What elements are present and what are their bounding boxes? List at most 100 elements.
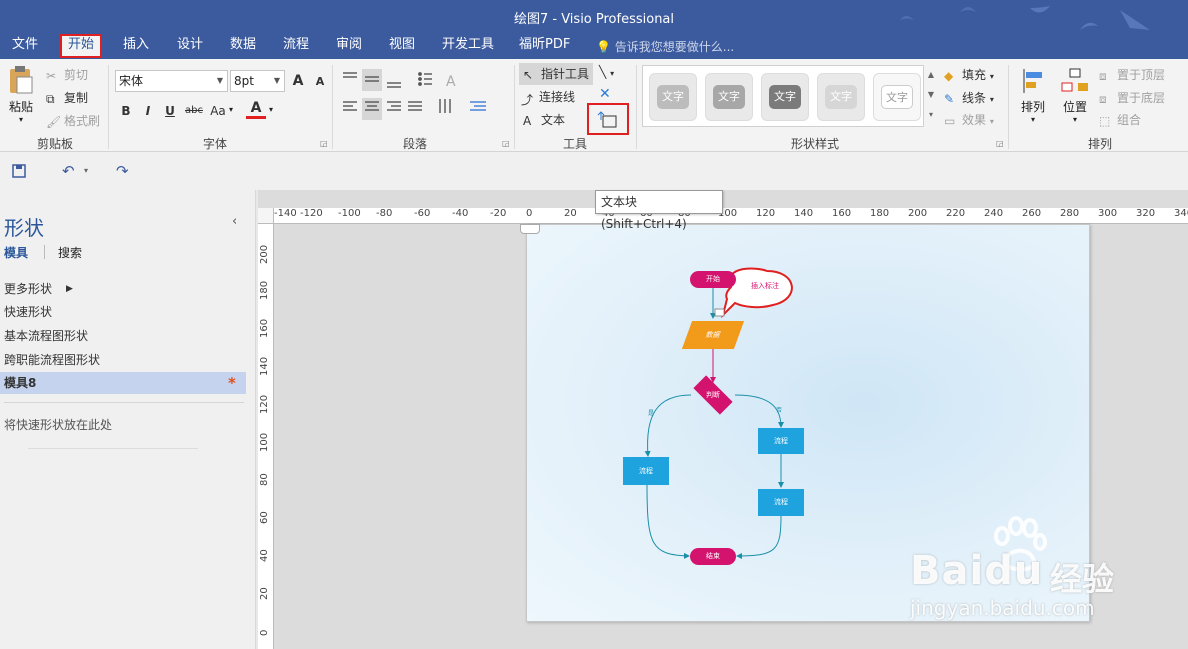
watermark-url: jingyan.baidu.com xyxy=(910,596,1095,620)
copy-label: 复制 xyxy=(64,91,89,105)
lightbulb-icon: 💡 xyxy=(596,40,611,54)
bold-button[interactable]: B xyxy=(116,101,136,121)
change-case-button[interactable]: Aa xyxy=(206,101,230,121)
watermark: Baidu 经验 jingyan.baidu.com xyxy=(910,516,1140,626)
sidebar-item-stencil8[interactable]: 模具8 * xyxy=(0,372,246,394)
ribbon-tabs: 文件 开始 插入 设计 数据 流程 审阅 视图 开发工具 福昕PDF 💡 告诉我… xyxy=(0,32,1188,59)
format-painter-button[interactable]: 🖌 格式刷 xyxy=(46,112,100,129)
connector-tool-button[interactable]: ⤴ 连接线 xyxy=(521,88,575,107)
more-shapes-item[interactable]: 更多形状 ▶ xyxy=(0,278,246,300)
tab-search[interactable]: 搜索 xyxy=(58,244,82,261)
shape-style-text: 文字 xyxy=(881,85,913,109)
ribbon: 粘贴 ▾ ✂ 剪切 ⧉ 复制 🖌 格式刷 剪贴板 宋体 ▼ 8pt ▼ A A B I U… xyxy=(0,59,1188,152)
flowchart-callout-text[interactable]: 插入标注 xyxy=(737,279,793,293)
line-tool-button[interactable]: ╲ ▾ xyxy=(599,65,614,79)
strikethrough-button[interactable]: abc xyxy=(182,101,206,121)
flowchart-process-right-2[interactable]: 流程 xyxy=(758,489,804,516)
effects-button[interactable]: ▭ 效果 ▾ xyxy=(944,111,994,128)
tab-home[interactable]: 开始 xyxy=(59,34,103,58)
ruler-label: 0 xyxy=(526,208,533,219)
shape-style-tile[interactable]: 文字 xyxy=(873,73,921,121)
tab-developer[interactable]: 开发工具 xyxy=(436,36,500,56)
shapes-pane-title: 形状 xyxy=(4,216,44,240)
arrange-button[interactable]: 排列 ▾ xyxy=(1016,67,1050,124)
title-bar: 绘图7 - Visio Professional xyxy=(0,0,1188,40)
dialog-launcher-icon[interactable]: ◲ xyxy=(502,139,510,148)
tab-view[interactable]: 视图 xyxy=(383,36,421,56)
text-tool-button[interactable]: A 文本 xyxy=(523,111,565,128)
connector-icon: ⤴ xyxy=(521,92,534,107)
dialog-launcher-icon[interactable]: ◲ xyxy=(320,139,328,148)
italic-button[interactable]: I xyxy=(138,101,158,121)
tab-stencils[interactable]: 模具 xyxy=(4,244,28,261)
font-color-button[interactable]: A xyxy=(246,99,266,119)
text-block-tooltip: 文本块 (Shift+Ctrl+4) xyxy=(595,190,723,231)
position-icon xyxy=(1061,68,1088,92)
shape-style-tile[interactable]: 文字 xyxy=(761,73,809,121)
gallery-scroll[interactable]: ▲ ▼ ▾ xyxy=(925,65,937,127)
paste-button[interactable]: 粘贴 ▾ xyxy=(6,65,36,125)
pointer-tool-label: 指针工具 xyxy=(541,67,590,81)
flowchart-start[interactable]: 开始 xyxy=(690,271,736,288)
line-label: 线条 xyxy=(962,91,987,105)
grow-font-button[interactable]: A xyxy=(288,71,308,91)
bring-to-front-button[interactable]: ⧈ 置于顶层 xyxy=(1099,66,1165,83)
flowchart-end[interactable]: 结束 xyxy=(690,548,736,565)
effects-label: 效果 xyxy=(962,113,987,127)
pen-icon: ✎ xyxy=(944,91,955,106)
paragraph-align-icons: A xyxy=(343,69,486,120)
font-name-combo[interactable]: 宋体 ▼ xyxy=(115,70,228,92)
text-block-tool-button[interactable] xyxy=(587,103,629,135)
save-icon[interactable] xyxy=(12,164,26,178)
chevron-down-icon[interactable]: ▾ xyxy=(84,166,88,175)
cut-button[interactable]: ✂ 剪切 xyxy=(46,66,88,83)
dialog-launcher-icon[interactable]: ◲ xyxy=(996,139,1004,148)
sidebar-item-cross-functional[interactable]: 跨职能流程图形状 xyxy=(0,349,246,371)
tab-process[interactable]: 流程 xyxy=(277,36,315,56)
flowchart-data[interactable]: 数据 xyxy=(681,321,745,349)
vertical-ruler: 200 180 160 140 120 100 80 60 40 20 0 xyxy=(258,224,274,649)
line-button[interactable]: ✎ 线条 ▾ xyxy=(944,89,994,106)
shrink-font-button[interactable]: A xyxy=(310,72,330,92)
tab-data[interactable]: 数据 xyxy=(224,36,262,56)
sidebar-item-quick-shapes[interactable]: 快速形状 xyxy=(0,301,246,323)
collapse-pane-icon[interactable]: ‹ xyxy=(232,214,237,229)
undo-icon[interactable]: ↶ xyxy=(62,162,75,180)
tab-file[interactable]: 文件 xyxy=(6,36,44,56)
watermark-brand-cn: 经验 xyxy=(1050,560,1115,598)
underline-button[interactable]: U xyxy=(160,101,180,121)
fill-button[interactable]: ◆ 填充 ▾ xyxy=(944,66,994,83)
flowchart-process-right-1[interactable]: 流程 xyxy=(758,428,804,454)
close-icon[interactable]: ✕ xyxy=(599,86,611,102)
ruler-label: 200 xyxy=(259,244,270,264)
shape-style-tile[interactable]: 文字 xyxy=(649,73,697,121)
flowchart-process-left[interactable]: 流程 xyxy=(623,457,669,485)
position-button[interactable]: 位置 ▾ xyxy=(1058,67,1092,124)
ruler-label: 200 xyxy=(908,208,928,219)
ruler-label: -140 xyxy=(274,208,297,219)
ruler-label: 140 xyxy=(794,208,814,219)
group-shapes-button[interactable]: ⬚ 组合 xyxy=(1099,111,1141,128)
pointer-tool-button[interactable]: ↖ 指针工具 xyxy=(519,63,594,85)
page-handle[interactable] xyxy=(520,224,540,234)
tab-review[interactable]: 审阅 xyxy=(330,36,368,56)
ruler-label: 40 xyxy=(259,549,270,562)
sidebar-item-basic-flowchart[interactable]: 基本流程图形状 xyxy=(0,325,246,347)
font-size-combo[interactable]: 8pt ▼ xyxy=(230,70,285,92)
send-to-back-button[interactable]: ⧈ 置于底层 xyxy=(1099,89,1165,106)
group-label-arrange: 排列 xyxy=(1087,137,1112,151)
tab-design[interactable]: 设计 xyxy=(171,36,209,56)
redo-icon[interactable]: ↷ xyxy=(116,162,129,180)
bring-front-icon: ⧈ xyxy=(1099,68,1107,83)
tab-insert[interactable]: 插入 xyxy=(117,36,155,56)
text-tool-label: 文本 xyxy=(541,113,566,127)
tab-foxit-pdf[interactable]: 福昕PDF xyxy=(513,36,576,56)
chevron-right-icon: ▶ xyxy=(66,284,73,294)
ruler-label: -80 xyxy=(376,208,393,219)
ruler-label: 20 xyxy=(564,208,577,219)
shape-style-tile[interactable]: 文字 xyxy=(817,73,865,121)
shape-style-tile[interactable]: 文字 xyxy=(705,73,753,121)
align-top-icon xyxy=(343,72,357,78)
tell-me-box[interactable]: 💡 告诉我您想要做什么... xyxy=(596,38,734,55)
copy-button[interactable]: ⧉ 复制 xyxy=(46,89,88,106)
